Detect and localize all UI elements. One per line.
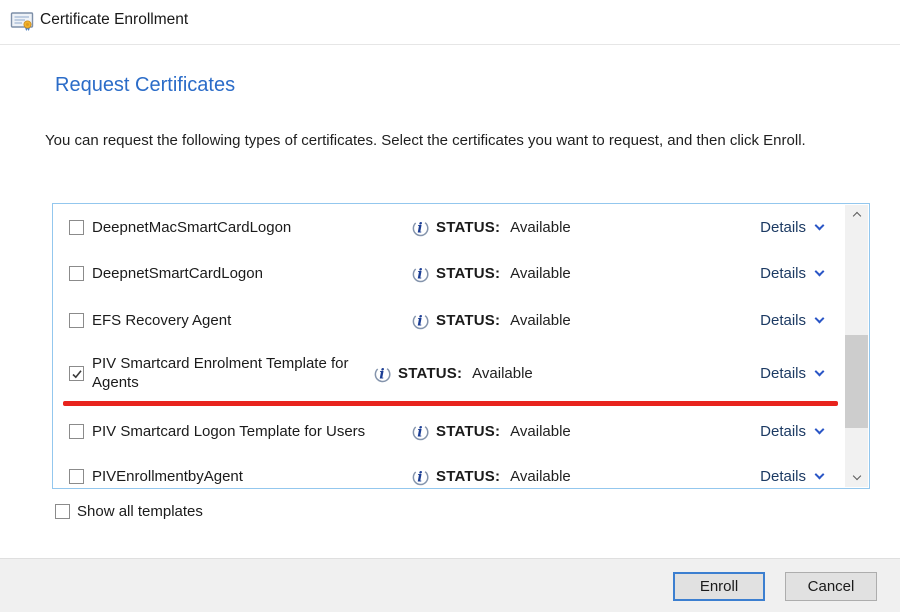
details-expander[interactable]: Details: [760, 468, 823, 485]
template-row[interactable]: PIV Smartcard Logon Template for Users i…: [53, 416, 843, 446]
chevron-down-icon: [815, 366, 825, 376]
status-group: i STATUS: Available: [410, 217, 571, 238]
template-checkbox[interactable]: [69, 220, 84, 235]
status-group: i STATUS: Available: [410, 466, 571, 487]
show-all-templates-label: Show all templates: [77, 503, 203, 520]
details-label: Details: [760, 423, 806, 440]
info-icon: i: [372, 363, 393, 384]
info-icon: i: [410, 466, 431, 487]
chevron-down-icon: [815, 424, 825, 434]
certificate-icon: [10, 9, 34, 33]
details-label: Details: [760, 365, 806, 382]
status-value: Available: [510, 468, 571, 485]
status-group: i STATUS: Available: [410, 421, 571, 442]
status-value: Available: [510, 312, 571, 329]
template-checkbox[interactable]: [69, 469, 84, 484]
template-checkbox[interactable]: [69, 313, 84, 328]
template-checkbox[interactable]: [69, 266, 84, 281]
template-name: PIVEnrollmentbyAgent: [92, 467, 410, 486]
svg-text:i: i: [417, 313, 422, 329]
enroll-button[interactable]: Enroll: [673, 572, 765, 601]
status-value: Available: [510, 265, 571, 282]
svg-text:i: i: [417, 266, 422, 282]
scroll-up-button[interactable]: [845, 205, 868, 224]
details-label: Details: [760, 265, 806, 282]
info-icon: i: [410, 217, 431, 238]
vertical-scrollbar[interactable]: [845, 205, 868, 487]
status-label: STATUS:: [436, 312, 500, 329]
template-name: PIV Smartcard Logon Template for Users: [92, 422, 410, 441]
svg-text:i: i: [379, 366, 384, 382]
info-icon: i: [410, 263, 431, 284]
show-all-templates-checkbox[interactable]: [55, 504, 70, 519]
status-value: Available: [510, 423, 571, 440]
details-label: Details: [760, 468, 806, 485]
window-title: Certificate Enrollment: [40, 11, 188, 29]
status-group: i STATUS: Available: [410, 310, 571, 331]
template-name: EFS Recovery Agent: [92, 311, 410, 330]
arrow-up-icon: [852, 212, 860, 220]
scroll-down-button[interactable]: [845, 468, 868, 487]
page-description: You can request the following types of c…: [45, 131, 861, 151]
template-name: DeepnetMacSmartCardLogon: [92, 218, 410, 237]
chevron-down-icon: [815, 266, 825, 276]
scrollbar-thumb[interactable]: [845, 335, 868, 428]
template-name: PIV Smartcard Enrolment Template for Age…: [92, 354, 372, 392]
status-group: i STATUS: Available: [410, 263, 571, 284]
status-label: STATUS:: [436, 219, 500, 236]
arrow-down-icon: [852, 472, 860, 480]
dialog-footer: Enroll Cancel: [0, 558, 900, 612]
svg-text:i: i: [417, 469, 422, 485]
chevron-down-icon: [815, 220, 825, 230]
details-expander[interactable]: Details: [760, 265, 823, 282]
page-title: Request Certificates: [55, 74, 235, 97]
svg-text:i: i: [417, 220, 422, 236]
chevron-down-icon: [815, 469, 825, 479]
details-expander[interactable]: Details: [760, 312, 823, 329]
chevron-down-icon: [815, 313, 825, 323]
status-value: Available: [510, 219, 571, 236]
template-row[interactable]: DeepnetMacSmartCardLogon i STATUS: Avail…: [53, 212, 843, 242]
status-group: i STATUS: Available: [372, 363, 533, 384]
details-label: Details: [760, 312, 806, 329]
svg-text:i: i: [417, 424, 422, 440]
details-expander[interactable]: Details: [760, 423, 823, 440]
template-row[interactable]: EFS Recovery Agent i STATUS: Available D…: [53, 305, 843, 335]
certificate-enrollment-dialog: Certificate Enrollment Request Certifica…: [0, 0, 900, 612]
template-checkbox[interactable]: [69, 424, 84, 439]
status-value: Available: [472, 365, 533, 382]
title-bar: Certificate Enrollment: [0, 0, 900, 45]
details-expander[interactable]: Details: [760, 365, 823, 382]
annotation-red-underline: [63, 401, 838, 406]
info-icon: i: [410, 421, 431, 442]
template-row[interactable]: PIVEnrollmentbyAgent i STATUS: Available…: [53, 461, 843, 491]
template-row[interactable]: DeepnetSmartCardLogon i STATUS: Availabl…: [53, 258, 843, 288]
template-row-selected[interactable]: PIV Smartcard Enrolment Template for Age…: [53, 350, 843, 396]
status-label: STATUS:: [436, 423, 500, 440]
show-all-templates-option[interactable]: Show all templates: [55, 503, 203, 520]
cancel-button[interactable]: Cancel: [785, 572, 877, 601]
status-label: STATUS:: [398, 365, 462, 382]
certificate-template-list: DeepnetMacSmartCardLogon i STATUS: Avail…: [52, 203, 870, 489]
info-icon: i: [410, 310, 431, 331]
status-label: STATUS:: [436, 265, 500, 282]
status-label: STATUS:: [436, 468, 500, 485]
checkmark-icon: [71, 368, 83, 380]
template-checkbox-checked[interactable]: [69, 366, 84, 381]
details-label: Details: [760, 219, 806, 236]
template-name: DeepnetSmartCardLogon: [92, 264, 410, 283]
details-expander[interactable]: Details: [760, 219, 823, 236]
